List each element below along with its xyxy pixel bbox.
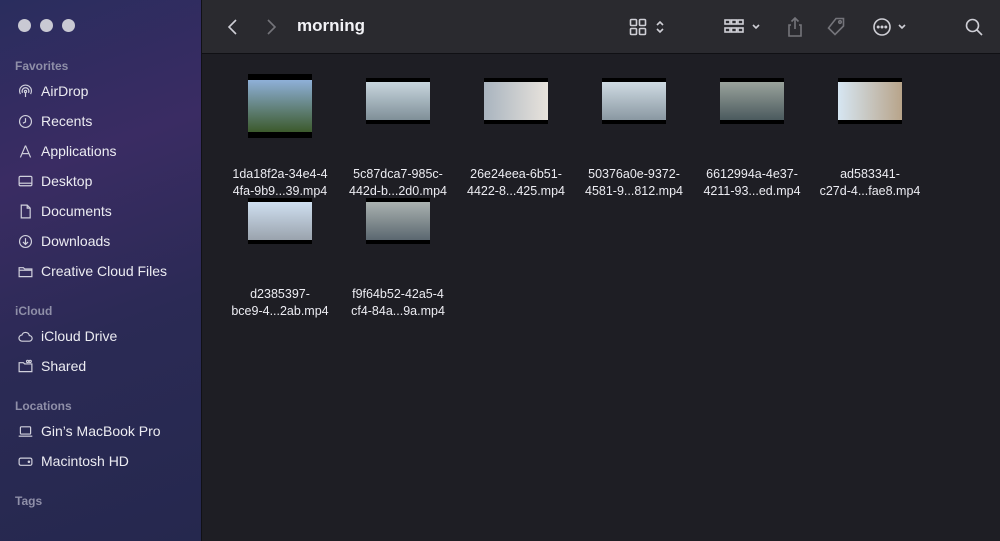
thumbnail-image: [838, 82, 902, 120]
airdrop-icon: [15, 81, 35, 101]
more-actions-button[interactable]: [870, 14, 910, 40]
window-title: morning: [297, 16, 365, 35]
sidebar-item-desktop[interactable]: Desktop: [15, 169, 195, 193]
file-name: 5c87dca7-985c- 442d-b...2d0.mp4: [349, 167, 447, 198]
sidebar-item-documents[interactable]: Documents: [15, 199, 195, 223]
sidebar-item-shared[interactable]: Shared: [15, 354, 195, 378]
sidebar-item-label: Gin’s MacBook Pro: [41, 423, 161, 439]
thumbnail-image: [484, 82, 548, 120]
desktop-icon: [15, 171, 35, 191]
thumbnail-image: [720, 82, 784, 120]
sidebar-item-label: Applications: [41, 143, 117, 159]
sidebar-item-applications[interactable]: Applications: [15, 139, 195, 163]
forward-button[interactable]: [260, 14, 282, 40]
video-thumbnail: [339, 78, 457, 124]
laptop-icon: [15, 421, 35, 441]
tag-icon: [827, 17, 845, 36]
window-controls: [18, 19, 75, 32]
sidebar-item-label: AirDrop: [41, 83, 89, 99]
file-name: f9f64b52-42a5-4 cf4-84a...9a.mp4: [351, 287, 445, 318]
video-thumbnail: [221, 198, 339, 244]
chevron-down-icon: [898, 24, 906, 30]
video-thumbnail: [811, 78, 929, 124]
tag-button[interactable]: [824, 14, 848, 40]
disk-icon: [15, 451, 35, 471]
share-icon: [788, 16, 802, 37]
sidebar: Favorites AirDrop Recents Applications D…: [0, 0, 202, 541]
sidebar-item-downloads[interactable]: Downloads: [15, 229, 195, 253]
sidebar-item-creative-cloud-files[interactable]: Creative Cloud Files: [15, 259, 195, 283]
sidebar-item-label: Documents: [41, 203, 112, 219]
sidebar-item-label: Downloads: [41, 233, 111, 249]
chevron-left-icon: [227, 19, 237, 35]
folder-icon: [15, 261, 35, 281]
sidebar-item-macintosh-hd[interactable]: Macintosh HD: [15, 449, 195, 473]
video-thumbnail: [575, 78, 693, 124]
cloud-icon: [15, 326, 35, 346]
document-icon: [15, 201, 35, 221]
download-icon: [15, 231, 35, 251]
chevron-right-icon: [267, 19, 277, 35]
search-button[interactable]: [962, 14, 986, 40]
icon-grid-icon: [629, 18, 647, 36]
group-grid-icon: [723, 19, 744, 33]
file-name: 50376a0e-9372- 4581-9...812.mp4: [585, 167, 683, 198]
chevron-down-icon: [751, 24, 760, 30]
chevron-updown-icon: [656, 20, 664, 34]
sidebar-item-airdrop[interactable]: AirDrop: [15, 79, 195, 103]
applications-icon: [15, 141, 35, 161]
finder-window: Favorites AirDrop Recents Applications D…: [0, 0, 1000, 541]
sidebar-item-label: Recents: [41, 113, 93, 129]
thumbnail-image: [248, 80, 312, 132]
sidebar-item-label: iCloud Drive: [41, 328, 118, 344]
sidebar-item-icloud-drive[interactable]: iCloud Drive: [15, 324, 195, 348]
sidebar-section-favorites: Favorites: [15, 59, 69, 73]
sidebar-item-label: Macintosh HD: [41, 453, 129, 469]
close-window-button[interactable]: [18, 19, 31, 32]
file-name: ad583341- c27d-4...fae8.mp4: [819, 167, 921, 198]
file-name: 6612994a-4e37- 4211-93...ed.mp4: [703, 167, 801, 198]
toolbar: morning: [202, 0, 1000, 54]
video-thumbnail: [221, 74, 339, 138]
sidebar-section-locations: Locations: [15, 399, 72, 413]
sidebar-section-tags: Tags: [15, 494, 43, 508]
file-name: d2385397- bce9-4...2ab.mp4: [231, 287, 329, 318]
back-button[interactable]: [222, 14, 244, 40]
zoom-window-button[interactable]: [62, 19, 75, 32]
video-thumbnail: [457, 78, 575, 124]
sidebar-item-label: Shared: [41, 358, 87, 374]
thumbnail-image: [366, 202, 430, 240]
sidebar-item-recents[interactable]: Recents: [15, 109, 195, 133]
view-mode-button[interactable]: [627, 14, 667, 40]
content-area: morning 1da18f2a-34e4-4 4fa-9b9...39.mp4…: [202, 0, 1000, 541]
thumbnail-image: [366, 82, 430, 120]
minimize-window-button[interactable]: [40, 19, 53, 32]
thumbnail-image: [602, 82, 666, 120]
clock-icon: [15, 111, 35, 131]
video-thumbnail: [693, 78, 811, 124]
sidebar-item-label: Desktop: [41, 173, 93, 189]
ellipsis-circle-icon: [873, 18, 891, 36]
sidebar-section-icloud: iCloud: [15, 304, 53, 318]
shared-folder-icon: [15, 356, 35, 376]
search-icon: [965, 18, 983, 36]
sidebar-item-macbook-pro[interactable]: Gin’s MacBook Pro: [15, 419, 195, 443]
file-name: 1da18f2a-34e4-4 4fa-9b9...39.mp4: [232, 167, 328, 198]
sidebar-item-label: Creative Cloud Files: [41, 263, 168, 279]
video-thumbnail: [339, 198, 457, 244]
thumbnail-image: [248, 202, 312, 240]
share-button[interactable]: [784, 14, 806, 40]
file-name: 26e24eea-6b51- 4422-8...425.mp4: [467, 167, 565, 198]
group-button[interactable]: [722, 14, 762, 40]
